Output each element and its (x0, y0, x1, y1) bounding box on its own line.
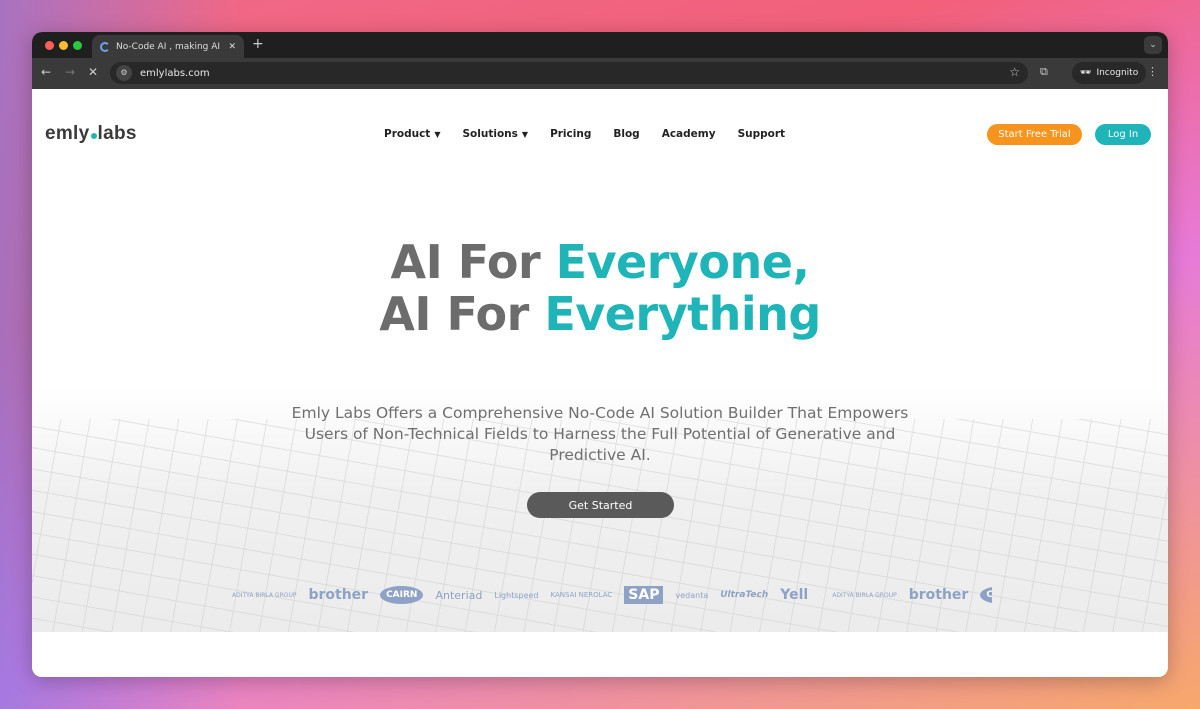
client-logo: brother (908, 587, 969, 603)
client-logo: brother (308, 587, 369, 603)
client-logo: CAIRN (980, 586, 992, 604)
log-in-button[interactable]: Log In (1095, 124, 1151, 145)
hero-title-line-2: AI For Everything (379, 287, 821, 341)
nav-academy[interactable]: Academy (662, 128, 716, 140)
client-logo: Lightspeed (494, 590, 539, 600)
client-logo: SAP (624, 586, 664, 604)
caret-down-icon: ▼ (521, 130, 529, 139)
client-logo: UltraTech (720, 590, 769, 600)
browser-window: No-Code AI , making AI easy✕ + ⌄ ← → ✕ ⚙… (32, 32, 1168, 677)
nav-solutions[interactable]: Solutions ▼ (462, 128, 528, 140)
incognito-icon: 🕶 (1080, 68, 1092, 78)
nav-product[interactable]: Product ▼ (384, 128, 440, 140)
close-tab-icon[interactable]: ✕ (228, 42, 236, 52)
maximize-window-button[interactable] (73, 41, 82, 50)
back-icon[interactable]: ← (41, 65, 51, 79)
incognito-indicator[interactable]: 🕶 Incognito (1072, 62, 1147, 84)
address-bar[interactable]: ⚙ emlylabs.com ☆ (110, 62, 1028, 84)
extensions-icon[interactable]: ⧉ (1040, 65, 1048, 79)
close-window-button[interactable] (45, 41, 54, 50)
forward-icon[interactable]: → (65, 65, 75, 79)
get-started-button[interactable]: Get Started (527, 492, 674, 518)
new-tab-button[interactable]: + (252, 36, 264, 52)
hero-section: emly labs Product ▼ Solutions ▼ Pricing Blo… (32, 89, 1168, 632)
start-free-trial-button[interactable]: Start Free Trial (987, 124, 1082, 145)
main-nav: Product ▼ Solutions ▼ Pricing Blog Academy… (384, 128, 785, 140)
hero-subtitle: Emly Labs Offers a Comprehensive No-Code… (291, 404, 909, 464)
nav-pricing[interactable]: Pricing (550, 128, 591, 140)
tab-bar: No-Code AI , making AI easy✕ + ⌄ (32, 32, 1168, 58)
more-menu-icon[interactable]: ⋮ (1147, 65, 1158, 78)
client-logo: Yell (780, 587, 809, 603)
client-logo: Anteriad (435, 588, 483, 602)
address-toolbar: ← → ✕ ⚙ emlylabs.com ☆ ⧉ 🕶 Incognito ⋮ (32, 58, 1168, 89)
client-logo: vedanta (675, 590, 709, 600)
emly-labs-logo[interactable]: emly labs (45, 123, 137, 145)
loading-icon (100, 41, 110, 52)
client-logo: KANSAI NEROLAC (550, 591, 613, 599)
web-page: emly labs Product ▼ Solutions ▼ Pricing Blo… (32, 89, 1168, 677)
nav-blog[interactable]: Blog (613, 128, 639, 140)
minimize-window-button[interactable] (59, 41, 68, 50)
client-logo: ADITYA BIRLA GROUP (832, 591, 897, 599)
nav-support[interactable]: Support (738, 128, 785, 140)
site-settings-icon[interactable]: ⚙ (116, 65, 132, 81)
client-logos-carousel: ADITYA BIRLA GROUP brother CAIRN Anteria… (232, 579, 992, 611)
client-logo: ADITYA BIRLA GROUP (232, 591, 297, 599)
browser-tab[interactable]: No-Code AI , making AI easy✕ (92, 35, 244, 58)
hero-title-line-1: AI For Everyone, (390, 235, 810, 289)
bookmark-star-icon[interactable]: ☆ (1009, 65, 1020, 79)
caret-down-icon: ▼ (434, 130, 441, 139)
client-logo: CAIRN (380, 586, 424, 604)
tab-search-button[interactable]: ⌄ (1144, 36, 1162, 54)
stop-loading-icon[interactable]: ✕ (88, 65, 98, 79)
